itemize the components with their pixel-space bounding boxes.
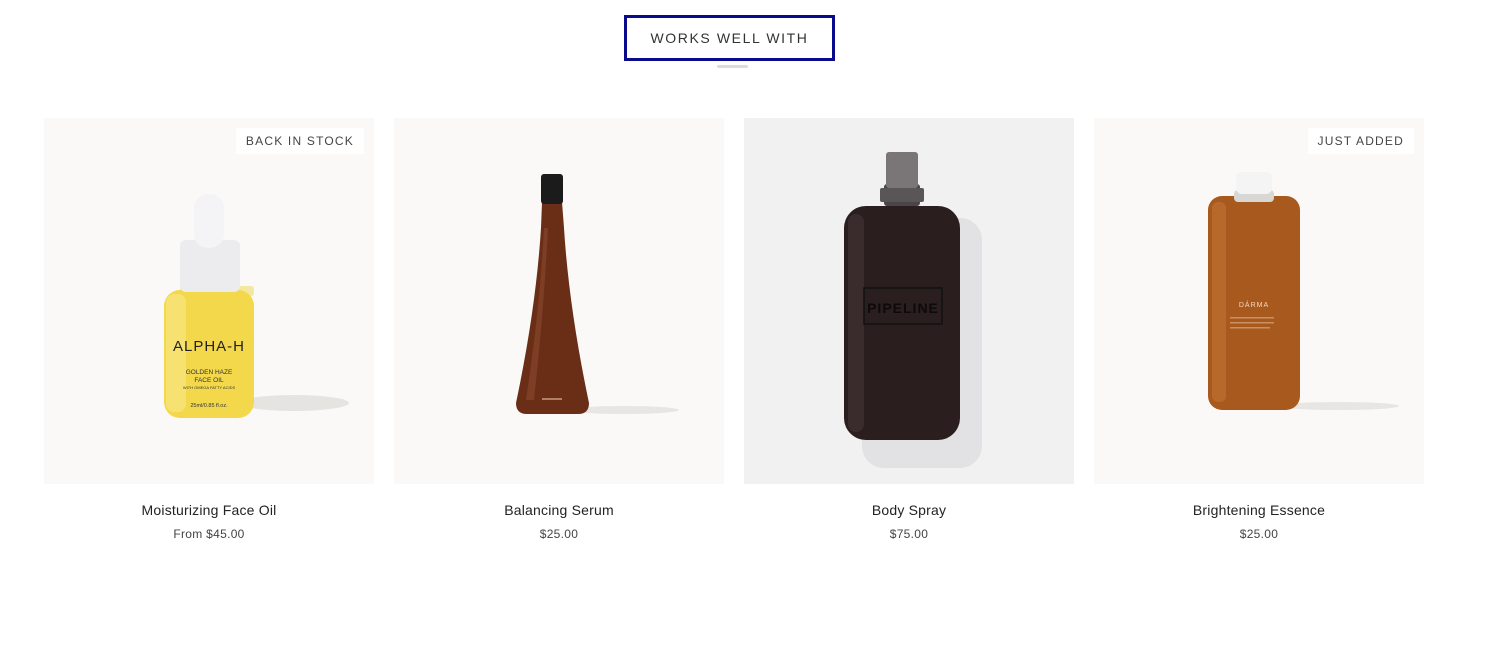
bottle-label-line: GOLDEN HAZE — [186, 369, 233, 376]
amber-bottle-icon: DÁRMA — [1094, 118, 1424, 484]
status-badge: BACK IN STOCK — [235, 128, 364, 154]
product-price: $75.00 — [889, 527, 929, 541]
product-card-balancing-serum[interactable]: Balancing Serum $25.00 — [394, 118, 724, 541]
product-name[interactable]: Brightening Essence — [1094, 502, 1424, 518]
product-card-moisturizing-face-oil[interactable]: ALPHA-H GOLDEN HAZE FACE OIL WITH OMEGA … — [44, 118, 374, 541]
product-image[interactable] — [394, 118, 724, 484]
bottle-label-line: WITH OMEGA FATTY ACIDS — [183, 385, 236, 390]
section-heading-box: WORKS WELL WITH — [624, 15, 835, 61]
tall-bottle-icon — [394, 118, 724, 484]
product-card-brightening-essence[interactable]: DÁRMA JUST ADDED Brightening Essence $25… — [1094, 118, 1424, 541]
status-badge: JUST ADDED — [1307, 128, 1414, 154]
heading-divider — [717, 65, 748, 68]
product-name[interactable]: Body Spray — [744, 502, 1074, 518]
bottle-brand-text: ALPHA-H — [173, 338, 245, 355]
spray-bottle-icon: PIPELINE — [744, 118, 1074, 484]
product-name[interactable]: Moisturizing Face Oil — [44, 502, 374, 518]
product-image[interactable]: ALPHA-H GOLDEN HAZE FACE OIL WITH OMEGA … — [44, 118, 374, 484]
bottle-brand-text: PIPELINE — [867, 300, 939, 316]
product-name[interactable]: Balancing Serum — [394, 502, 724, 518]
dropper-bottle-icon: ALPHA-H GOLDEN HAZE FACE OIL WITH OMEGA … — [44, 118, 374, 484]
product-price: $25.00 — [539, 527, 579, 541]
product-grid: ALPHA-H GOLDEN HAZE FACE OIL WITH OMEGA … — [44, 118, 1424, 541]
product-card-body-spray[interactable]: PIPELINE Body Spray $75.00 — [744, 118, 1074, 541]
product-price: $25.00 — [1239, 527, 1279, 541]
product-image[interactable]: PIPELINE — [744, 118, 1074, 484]
bottle-label-line: FACE OIL — [194, 377, 224, 384]
section-title: WORKS WELL WITH — [650, 30, 809, 46]
product-price: From $45.00 — [173, 527, 245, 541]
bottle-label-line: 25ml/0.85 fl.oz. — [190, 403, 228, 409]
bottle-brand-text: DÁRMA — [1239, 300, 1269, 309]
product-image[interactable]: DÁRMA JUST ADDED — [1094, 118, 1424, 484]
